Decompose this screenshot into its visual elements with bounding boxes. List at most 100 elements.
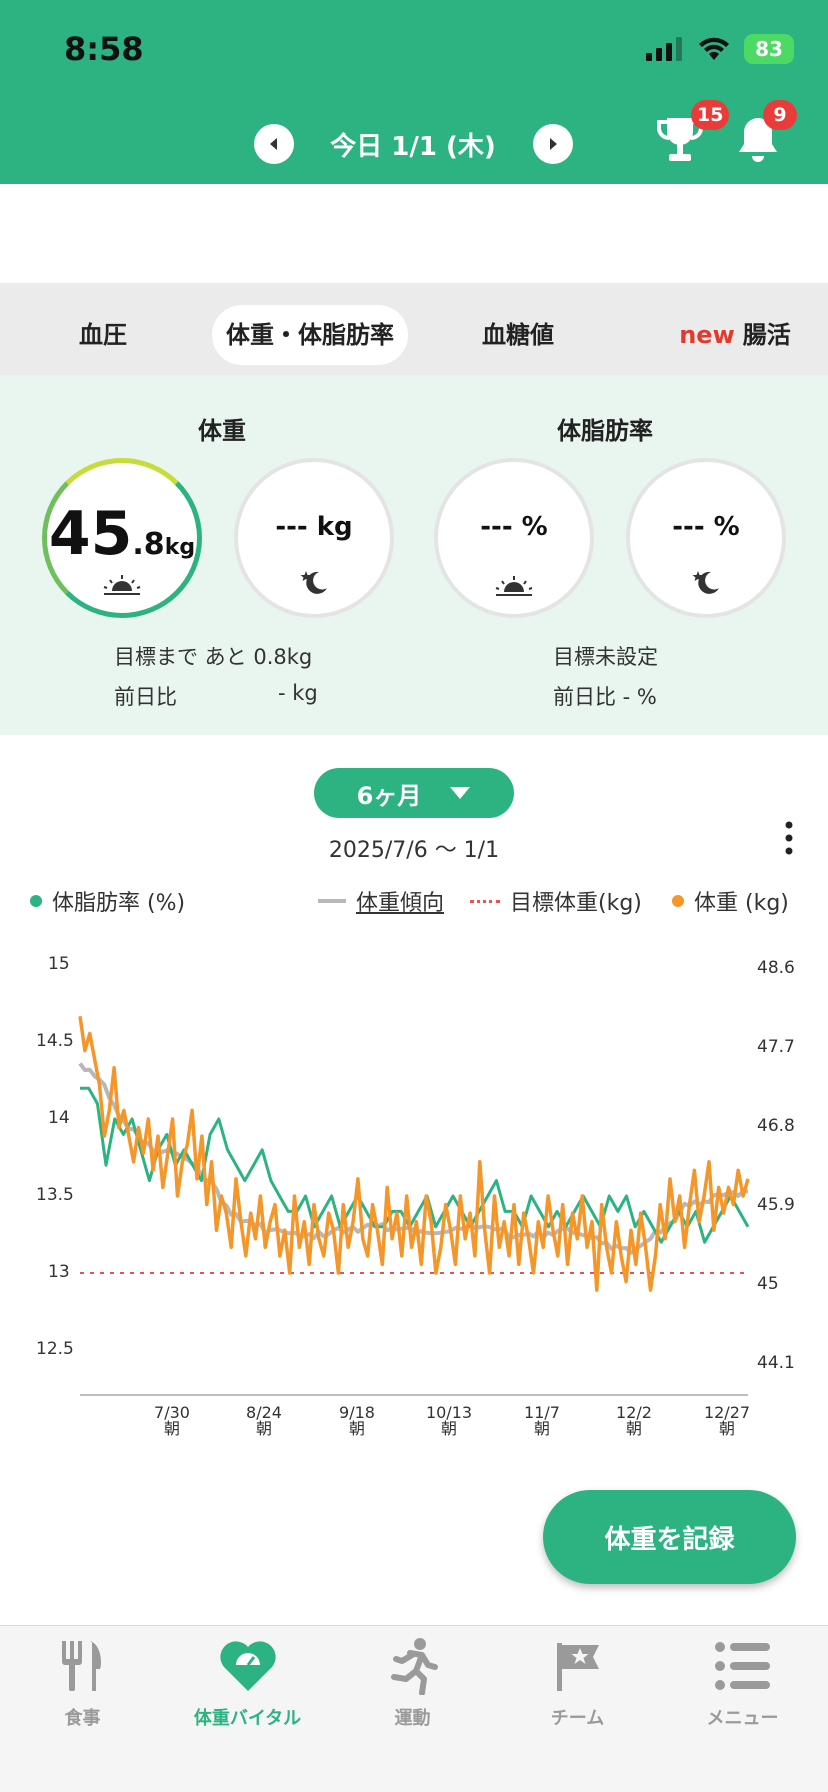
body-fat-title: 体脂肪率 [557, 417, 653, 445]
header-bar: 8:58 83 今日 1/1 (木) 15 9 [0, 0, 828, 184]
weight-title: 体重 [198, 417, 246, 445]
fat-dot-icon [30, 895, 42, 907]
fat-diff-text: 前日比 - % [553, 685, 657, 709]
x-tick-sub: 朝 [440, 1419, 457, 1438]
legend-label: 体脂肪率 (%) [52, 891, 186, 916]
weight-morning-gauge[interactable]: 45.8kg [42, 458, 202, 618]
x-tick-sub: 朝 [533, 1419, 550, 1438]
fat-night-gauge[interactable]: --- % [626, 458, 786, 618]
period-label: 6ヶ月 [356, 781, 422, 810]
tab-label: 血糖値 [482, 321, 554, 349]
x-tick: 10/13 朝 [414, 1405, 484, 1437]
nav-label: 食事 [64, 1708, 101, 1729]
date-range: 2025/7/6 〜 1/1 [328, 838, 500, 863]
status-time: 8:58 [64, 30, 144, 68]
tab-weight-body-fat[interactable]: 体重・体脂肪率 [212, 305, 408, 365]
trophy-button[interactable]: 15 [655, 100, 730, 166]
flag-star-icon [556, 1643, 599, 1691]
more-options-icon[interactable] [782, 820, 796, 856]
fat-goal-text: 目標未設定 [553, 645, 658, 669]
new-badge: new [679, 321, 735, 349]
x-tick: 7/30 朝 [137, 1405, 207, 1437]
legend-label: 体重 (kg) [694, 891, 789, 916]
x-tick: 8/24 朝 [229, 1405, 299, 1437]
wifi-icon [699, 37, 729, 60]
x-tick-sub: 朝 [625, 1419, 642, 1438]
weight-diff-label: 前日比 [114, 685, 177, 709]
trophy-badge: 15 [691, 100, 730, 130]
caret-left-icon [270, 138, 277, 150]
legend-trend[interactable]: 体重傾向 [318, 885, 444, 917]
status-icons: 83 [646, 34, 794, 64]
trend-line-icon [318, 899, 346, 903]
legend-body-fat[interactable]: 体脂肪率 (%) [30, 885, 185, 917]
current-date[interactable]: 今日 1/1 (木) [300, 126, 526, 163]
period-select[interactable]: 6ヶ月 [314, 768, 514, 818]
summary-panel: 体重 体脂肪率 45.8kg --- kg --- % --- % 目標まで あ… [0, 375, 828, 735]
x-tick-sub: 朝 [718, 1419, 735, 1438]
signal-icon [646, 37, 682, 61]
weight-morning-value: 45.8kg [47, 499, 197, 569]
heart-scale-icon [219, 1641, 276, 1691]
battery-level: 83 [755, 37, 783, 61]
bottom-nav: 食事 体重バイタル 運動 チーム メニュー [0, 1625, 828, 1792]
weight-series [78, 1016, 750, 1292]
tab-gut-health[interactable]: new 腸活 [660, 305, 810, 365]
nav-meal[interactable]: 食事 [0, 1634, 165, 1730]
nav-menu[interactable]: メニュー [660, 1634, 825, 1730]
battery-indicator: 83 [744, 34, 794, 64]
weight-dec: .8 [132, 527, 165, 562]
tab-blood-sugar[interactable]: 血糖値 [453, 305, 583, 365]
running-icon [390, 1638, 438, 1695]
tab-label: 体重・体脂肪率 [226, 321, 394, 349]
nav-label: 体重バイタル [193, 1708, 302, 1729]
fat-morning-gauge[interactable]: --- % [434, 458, 594, 618]
moon-icon [630, 568, 782, 602]
fat-morning-value: --- % [480, 512, 548, 542]
x-tick-sub: 朝 [255, 1419, 272, 1438]
nav-label: 運動 [394, 1708, 431, 1729]
nav-team[interactable]: チーム [495, 1634, 660, 1730]
record-weight-button[interactable]: 体重を記録 [543, 1490, 796, 1584]
chart-plot [78, 1016, 750, 1396]
weight-chart: 15 14.5 14 13.5 13 12.5 48.6 47.7 46.8 4… [0, 940, 828, 1460]
tab-blood-pressure[interactable]: 血圧 [40, 305, 166, 365]
nav-weight-vital[interactable]: 体重バイタル [165, 1634, 330, 1730]
sunrise-icon [438, 576, 590, 602]
nav-label: チーム [550, 1708, 605, 1729]
app-screen: 8:58 83 今日 1/1 (木) 15 9 血圧 体重・体脂肪率 血糖値 n… [0, 0, 828, 1792]
weight-goal-text: 目標まで あと 0.8kg [114, 645, 313, 669]
x-tick: 12/2 朝 [599, 1405, 669, 1437]
x-tick: 12/27 朝 [692, 1405, 762, 1437]
fork-knife-icon [61, 1641, 101, 1691]
notification-button[interactable]: 9 [733, 100, 797, 166]
legend-label: 目標体重(kg) [510, 891, 642, 916]
weight-diff-value: - kg [278, 681, 318, 705]
weight-dot-icon [672, 895, 684, 907]
next-day-button[interactable] [533, 124, 573, 164]
x-tick-sub: 朝 [348, 1419, 365, 1438]
weight-night-gauge[interactable]: --- kg [234, 458, 394, 618]
vital-tabs: 血圧 体重・体脂肪率 血糖値 new 腸活 [0, 283, 828, 375]
caret-right-icon [550, 138, 557, 150]
legend-label: 体重傾向 [356, 891, 445, 916]
moon-icon [238, 568, 390, 602]
weight-night-value: --- kg [275, 512, 353, 542]
legend-weight[interactable]: 体重 (kg) [672, 885, 789, 917]
nav-label: メニュー [706, 1708, 779, 1729]
legend-target[interactable]: 目標体重(kg) [470, 885, 642, 917]
notification-badge: 9 [763, 100, 797, 130]
nav-exercise[interactable]: 運動 [330, 1634, 495, 1730]
weight-unit: kg [164, 535, 196, 560]
sunrise-icon [47, 575, 197, 601]
tab-label: 血圧 [79, 321, 127, 349]
x-tick: 9/18 朝 [322, 1405, 392, 1437]
fat-night-value: --- % [672, 512, 740, 542]
target-line-icon [470, 899, 500, 903]
x-tick-sub: 朝 [163, 1419, 180, 1438]
menu-list-icon [714, 1642, 770, 1690]
tab-label: 腸活 [742, 321, 791, 349]
prev-day-button[interactable] [254, 124, 294, 164]
x-tick: 11/7 朝 [507, 1405, 577, 1437]
weight-int: 45 [48, 499, 133, 569]
